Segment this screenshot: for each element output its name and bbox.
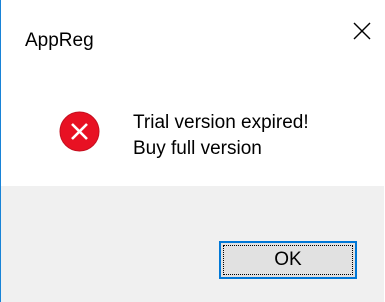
ok-button[interactable]: OK xyxy=(219,241,357,279)
message-text: Trial version expired! Buy full version xyxy=(133,110,309,162)
close-button[interactable] xyxy=(340,8,384,54)
message-line-1: Trial version expired! xyxy=(133,112,309,133)
window-title: AppReg xyxy=(25,30,94,51)
dialog-content: Trial version expired! Buy full version xyxy=(1,86,384,186)
button-bar: OK xyxy=(1,186,384,302)
error-icon xyxy=(59,111,100,152)
message-line-2: Buy full version xyxy=(133,138,262,159)
message-dialog: AppReg Trial version expired! Buy full v… xyxy=(0,0,384,302)
ok-button-label: OK xyxy=(274,249,302,270)
close-icon xyxy=(353,22,371,40)
title-bar: AppReg xyxy=(1,0,384,86)
